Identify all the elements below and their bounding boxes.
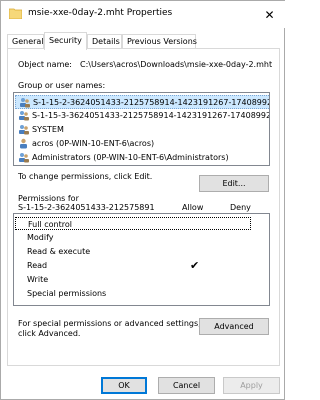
- list-item[interactable]: S-1-15-3-3624051433-2125758914-142319126…: [15, 109, 270, 123]
- change-permissions-hint: To change permissions, click Edit.: [18, 172, 153, 181]
- users-icon: [20, 98, 30, 108]
- title-bar[interactable]: msie-xxe-0day-2.mht Properties ✕: [1, 1, 286, 28]
- permission-row[interactable]: Write: [15, 273, 251, 286]
- ok-button[interactable]: OK: [101, 377, 147, 394]
- list-item-label: acros (0P-WIN-10-ENT-6\acros): [32, 139, 155, 148]
- permission-name: Read: [27, 261, 48, 270]
- advanced-button[interactable]: Advanced: [199, 318, 269, 335]
- apply-button-label: Apply: [240, 381, 263, 390]
- users-icon: [19, 111, 29, 121]
- tab-previous-versions[interactable]: Previous Versions: [122, 34, 197, 49]
- users-icon: [19, 153, 29, 163]
- user-icon: [20, 138, 27, 149]
- tab-details[interactable]: Details: [87, 34, 122, 49]
- tab-general[interactable]: General: [7, 34, 44, 49]
- list-item-label: SYSTEM: [32, 125, 64, 134]
- folder-icon: [9, 8, 22, 19]
- permissions-for-label: Permissions for: [18, 194, 79, 203]
- tab-security[interactable]: Security: [44, 32, 87, 50]
- edit-button[interactable]: Edit...: [199, 175, 269, 192]
- permission-name: Read & execute: [27, 247, 91, 256]
- advanced-button-label: Advanced: [214, 322, 254, 331]
- permission-name: Special permissions: [27, 289, 107, 298]
- permission-row[interactable]: Modify: [15, 231, 251, 244]
- deny-column-header: Deny: [230, 203, 251, 212]
- advanced-hint-line1: For special permissions or advanced sett…: [18, 319, 201, 328]
- cancel-button[interactable]: Cancel: [158, 377, 215, 394]
- users-icon: [19, 125, 29, 135]
- permission-name: Write: [27, 275, 49, 284]
- cancel-button-label: Cancel: [172, 381, 201, 390]
- list-item[interactable]: Administrators (0P-WIN-10-ENT-6\Administ…: [15, 151, 269, 165]
- permission-row[interactable]: Read & execute: [15, 245, 251, 258]
- close-icon: ✕: [264, 7, 275, 22]
- apply-button[interactable]: Apply: [223, 377, 280, 394]
- list-item-label: S-1-15-2-3624051433-2125758914-142319126…: [33, 98, 270, 107]
- permission-row[interactable]: Special permissions: [15, 287, 251, 300]
- permissions-list[interactable]: Full control Modify Read & execute Read …: [13, 213, 270, 306]
- object-name-value: C:\Users\acros\Downloads\msie-xxe-0day-2…: [80, 60, 273, 69]
- list-item[interactable]: S-1-15-2-3624051433-2125758914-142319126…: [15, 95, 270, 109]
- allow-column-header: Allow: [182, 203, 204, 212]
- permission-row[interactable]: Read ✔: [15, 259, 251, 272]
- ok-button-label: OK: [118, 381, 130, 390]
- close-button[interactable]: ✕: [253, 1, 286, 28]
- group-list-label: Group or user names:: [18, 81, 106, 90]
- object-name-label: Object name:: [18, 60, 72, 69]
- window-title: msie-xxe-0day-2.mht Properties: [28, 8, 173, 18]
- permission-row[interactable]: Full control: [15, 217, 251, 230]
- permission-name: Modify: [27, 233, 54, 242]
- permission-name: Full control: [28, 220, 72, 229]
- properties-window: msie-xxe-0day-2.mht Properties ✕ General…: [0, 0, 286, 400]
- permissions-for-principal: S-1-15-2-3624051433-212575891: [18, 203, 155, 212]
- edit-button-label: Edit...: [222, 179, 246, 188]
- allow-checkmark-icon: ✔: [190, 259, 200, 272]
- list-item[interactable]: acros (0P-WIN-10-ENT-6\acros): [15, 137, 269, 151]
- group-user-list[interactable]: S-1-15-2-3624051433-2125758914-142319126…: [13, 92, 270, 166]
- list-item-label: S-1-15-3-3624051433-2125758914-142319126…: [32, 111, 270, 120]
- list-item-label: Administrators (0P-WIN-10-ENT-6\Administ…: [32, 153, 229, 162]
- list-item[interactable]: SYSTEM: [15, 123, 269, 137]
- advanced-hint-line2: click Advanced.: [18, 329, 81, 338]
